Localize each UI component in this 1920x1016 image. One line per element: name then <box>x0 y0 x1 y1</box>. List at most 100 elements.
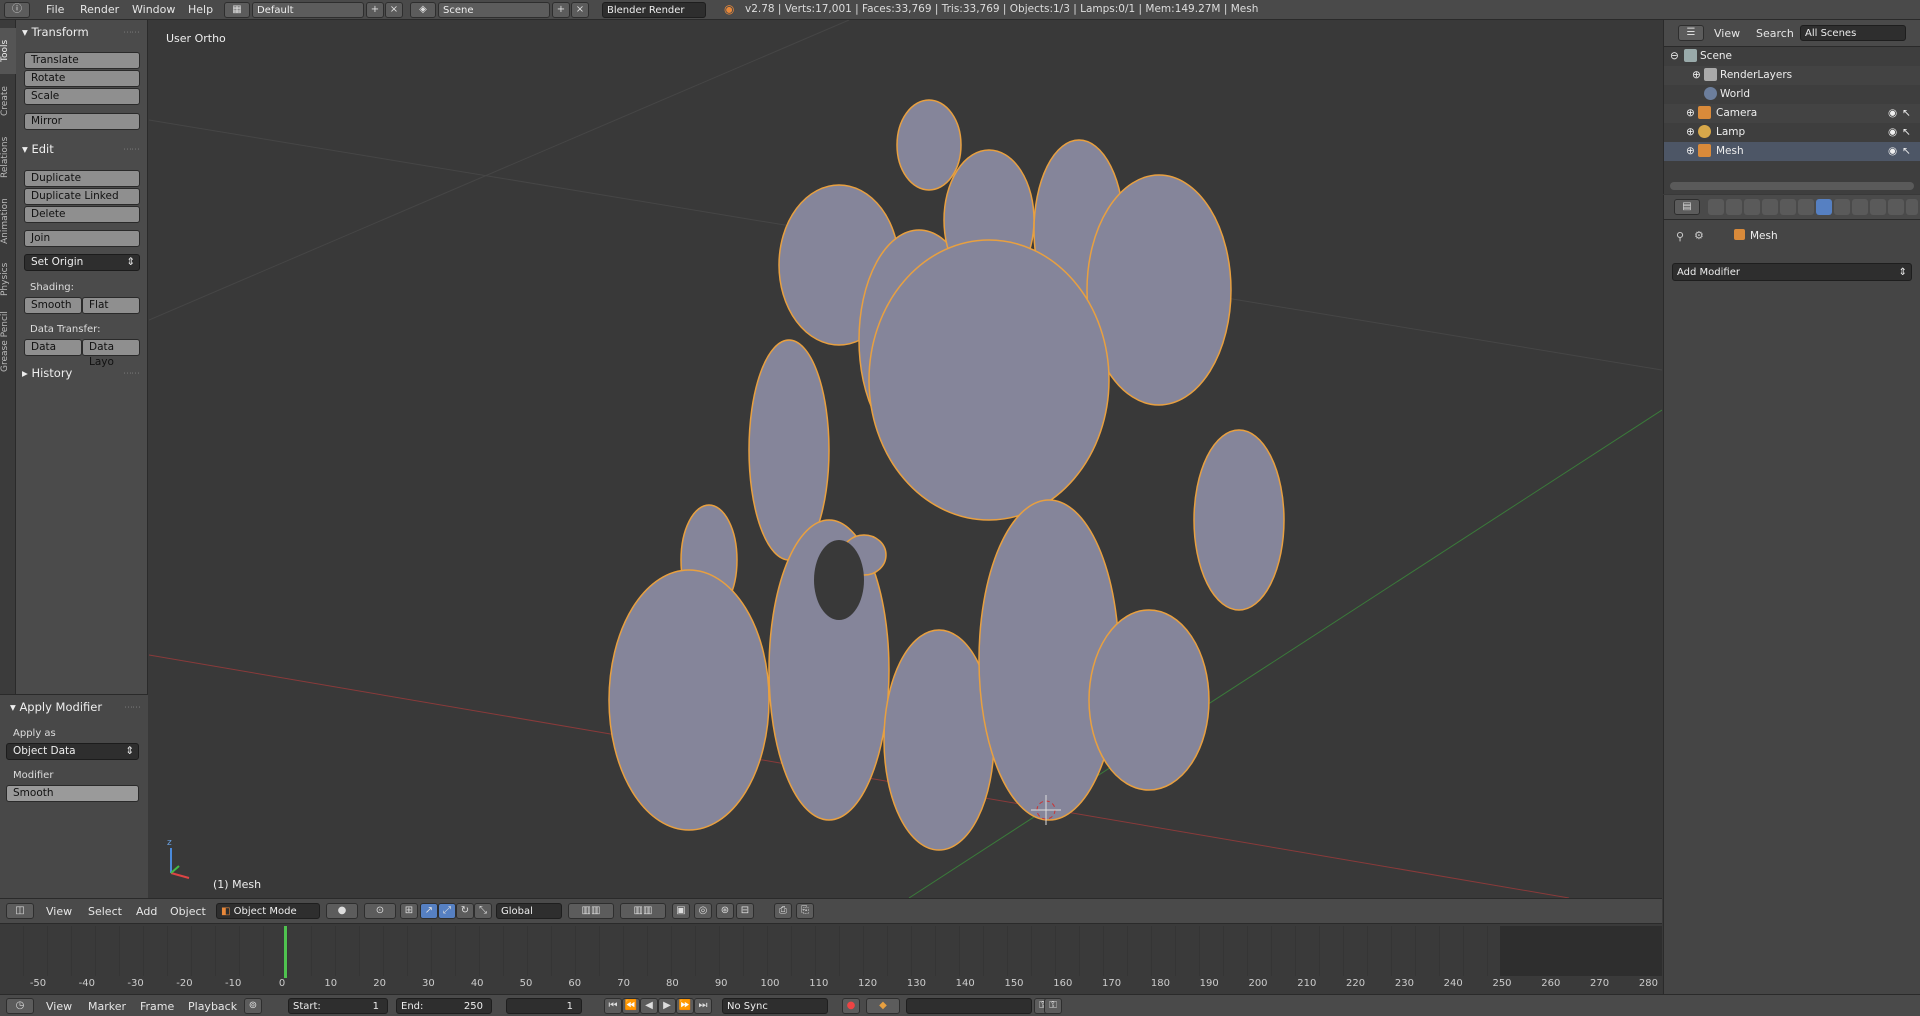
proportional-edit-icon[interactable]: ◎ <box>694 903 712 919</box>
jump-start-icon[interactable]: ⏮ <box>604 998 622 1014</box>
duplicate-button[interactable]: Duplicate <box>24 170 140 187</box>
apply-modifier-header[interactable]: ▾ Apply Modifier <box>10 700 102 714</box>
outliner-scrollbar[interactable] <box>1670 182 1914 190</box>
render-tab-icon[interactable] <box>1708 199 1724 215</box>
select-arrow-icon[interactable]: ↖ <box>1902 145 1911 157</box>
data-tab-icon[interactable] <box>1834 199 1850 215</box>
mode-select[interactable]: ◧ Object Mode <box>216 903 320 919</box>
menu-view[interactable]: View <box>46 905 72 918</box>
visibility-eye-icon[interactable]: ◉ <box>1888 145 1897 157</box>
outliner-row-camera[interactable]: ⊕ Camera ◉ ↖ <box>1664 104 1920 123</box>
duplicate-linked-button[interactable]: Duplicate Linked <box>24 188 140 205</box>
select-arrow-icon[interactable]: ↖ <box>1902 107 1911 119</box>
select-manipulator-icon[interactable]: ⤢ <box>438 903 456 919</box>
delete-keyframe-icon[interactable]: ⚿ <box>1044 998 1062 1014</box>
menu-file[interactable]: File <box>46 3 64 16</box>
prev-keyframe-icon[interactable]: ⏪ <box>622 998 640 1014</box>
rotate-manipulator-icon[interactable]: ↻ <box>456 903 474 919</box>
keying-set-icon[interactable]: ⊚ <box>244 998 262 1014</box>
visibility-eye-icon[interactable]: ◉ <box>1888 107 1897 119</box>
expand-icon[interactable]: ⊕ <box>1692 69 1701 81</box>
menu-marker[interactable]: Marker <box>88 1000 126 1013</box>
outliner-row-lamp[interactable]: ⊕ Lamp ◉ ↖ <box>1664 123 1920 142</box>
tab-animation[interactable]: Animation <box>0 190 16 252</box>
menu-object[interactable]: Object <box>170 905 206 918</box>
render-engine-select[interactable]: Blender Render <box>602 2 706 18</box>
editor-type-info-icon[interactable]: ⓘ <box>4 2 30 18</box>
editor-type-timeline-icon[interactable]: ◷ <box>6 998 34 1014</box>
menu-playback[interactable]: Playback <box>188 1000 237 1013</box>
sync-select[interactable]: No Sync <box>722 998 828 1014</box>
menu-window[interactable]: Window <box>132 3 175 16</box>
current-frame-marker[interactable] <box>284 926 287 978</box>
outliner-row-scene[interactable]: ⊖ Scene <box>1664 47 1920 66</box>
play-reverse-icon[interactable]: ◀ <box>640 998 658 1014</box>
scale-manipulator-icon[interactable]: ⤡ <box>474 903 492 919</box>
transform-panel-header[interactable]: ▾ Transform <box>22 25 89 39</box>
editor-type-3d-icon[interactable]: ◫ <box>6 903 34 919</box>
delete-button[interactable]: Delete <box>24 206 140 223</box>
data-transfer-button[interactable]: Data <box>24 339 82 356</box>
history-panel-header[interactable]: ▸ History <box>22 366 72 380</box>
layer-toggle-icon[interactable]: ⊞ <box>400 903 418 919</box>
menu-frame[interactable]: Frame <box>140 1000 174 1013</box>
physics-tab-icon[interactable] <box>1906 199 1918 215</box>
panel-grip-icon[interactable]: ⋯⋯ <box>123 145 140 155</box>
mirror-button[interactable]: Mirror <box>24 113 140 130</box>
snap-icon[interactable]: ⊛ <box>716 903 734 919</box>
tab-grease-pencil[interactable]: Grease Pencil <box>0 306 16 378</box>
outliner-row-renderlayers[interactable]: ⊕ RenderLayers <box>1664 66 1920 85</box>
translate-button[interactable]: Translate <box>24 52 140 69</box>
transform-orientation-select[interactable]: Global <box>496 903 562 919</box>
panel-grip-icon[interactable]: ⋯⋯ <box>123 28 140 38</box>
end-frame-field[interactable]: End: 250 <box>396 998 492 1014</box>
layers-grid-icon[interactable]: ▥▥ <box>620 903 666 919</box>
next-keyframe-icon[interactable]: ⏩ <box>676 998 694 1014</box>
opengl-render-icon[interactable]: ⎙ <box>774 903 792 919</box>
scene-tab-icon[interactable] <box>1744 199 1760 215</box>
outliner-row-world[interactable]: World <box>1664 85 1920 104</box>
pin-icon[interactable]: ⚲ <box>1676 230 1684 243</box>
keying-icon[interactable]: ◆ <box>866 998 900 1014</box>
select-arrow-icon[interactable]: ↖ <box>1902 126 1911 138</box>
menu-render[interactable]: Render <box>80 3 119 16</box>
screen-layout-field[interactable]: Default <box>252 2 364 18</box>
play-icon[interactable]: ▶ <box>658 998 676 1014</box>
join-button[interactable]: Join <box>24 230 140 247</box>
add-scene-icon[interactable]: + <box>552 2 570 18</box>
screen-layout-icon[interactable]: ▦ <box>224 2 250 18</box>
menu-view[interactable]: View <box>1714 27 1740 40</box>
pivot-point-icon[interactable]: ⊙ <box>364 903 396 919</box>
data-layout-button[interactable]: Data Layo <box>82 339 140 368</box>
apply-as-select[interactable]: Object Data ⇕ <box>6 743 139 760</box>
editor-type-outliner-icon[interactable]: ☰ <box>1678 25 1704 41</box>
translate-manipulator-icon[interactable]: ↗ <box>420 903 438 919</box>
active-keying-set-field[interactable] <box>906 998 1032 1014</box>
current-frame-field[interactable]: 1 <box>506 998 582 1014</box>
collapse-icon[interactable]: ⊖ <box>1670 50 1679 62</box>
modifier-field[interactable]: Smooth <box>6 785 139 802</box>
snap-element-icon[interactable]: ⊟ <box>736 903 754 919</box>
modifiers-tab-icon[interactable] <box>1816 199 1832 215</box>
menu-add[interactable]: Add <box>136 905 157 918</box>
expand-icon[interactable]: ⊕ <box>1686 107 1695 119</box>
world-tab-icon[interactable] <box>1762 199 1778 215</box>
tab-tools[interactable]: Tools <box>0 28 16 74</box>
opengl-animation-icon[interactable]: ⎘ <box>796 903 814 919</box>
visibility-eye-icon[interactable]: ◉ <box>1888 126 1897 138</box>
flat-shading-button[interactable]: Flat <box>82 297 140 314</box>
menu-help[interactable]: Help <box>188 3 213 16</box>
record-icon[interactable]: ● <box>842 998 860 1014</box>
add-modifier-select[interactable]: Add Modifier ⇕ <box>1672 263 1912 281</box>
start-frame-field[interactable]: Start: 1 <box>288 998 388 1014</box>
menu-view[interactable]: View <box>46 1000 72 1013</box>
menu-select[interactable]: Select <box>88 905 122 918</box>
viewport-shading-icon[interactable]: ● <box>326 903 358 919</box>
constraints-tab-icon[interactable] <box>1798 199 1814 215</box>
display-mode-select[interactable]: All Scenes <box>1800 25 1906 41</box>
scale-button[interactable]: Scale <box>24 88 140 105</box>
expand-icon[interactable]: ⊕ <box>1686 145 1695 157</box>
add-screen-icon[interactable]: + <box>366 2 384 18</box>
panel-grip-icon[interactable]: ⋯⋯ <box>124 703 141 713</box>
editor-type-properties-icon[interactable]: ▤ <box>1674 199 1700 215</box>
